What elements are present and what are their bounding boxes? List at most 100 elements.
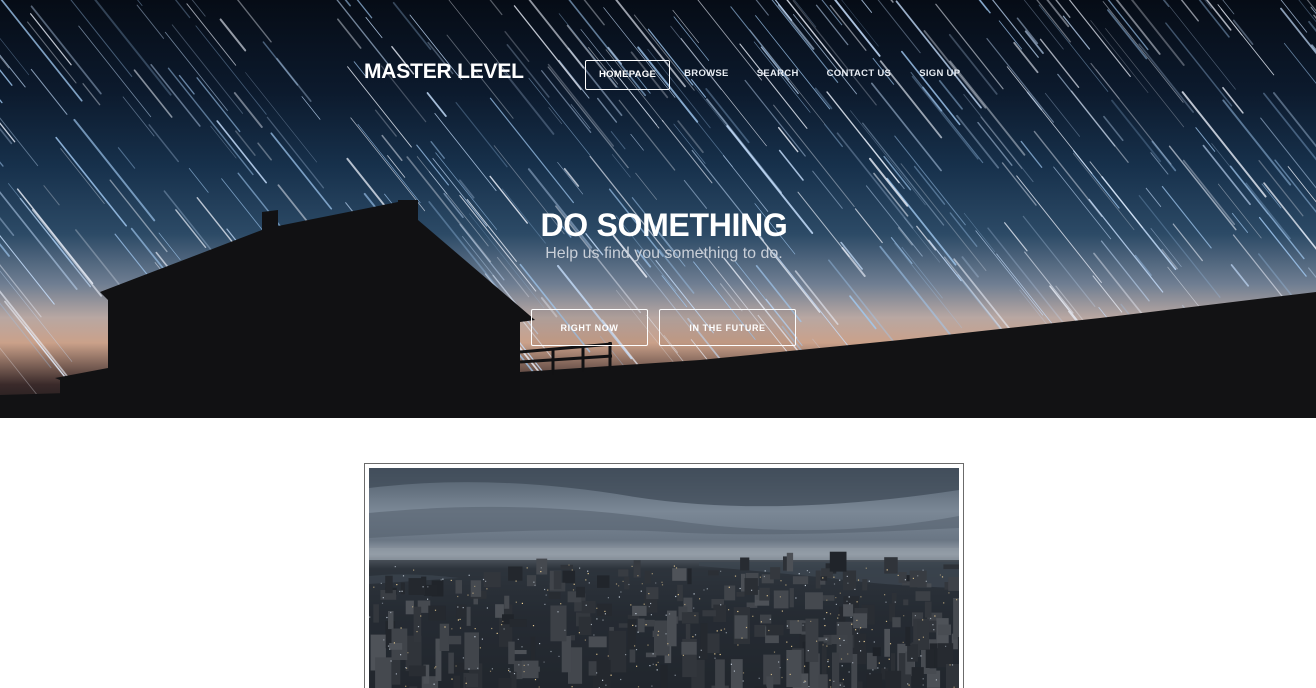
city-light xyxy=(807,650,809,652)
building xyxy=(821,595,835,601)
city-light xyxy=(405,685,407,687)
city-light xyxy=(585,604,587,606)
city-light xyxy=(786,641,788,643)
city-light xyxy=(650,602,652,605)
building xyxy=(483,572,501,588)
city-light xyxy=(827,661,829,663)
city-light xyxy=(571,569,573,571)
brand-logo[interactable]: MASTER LEVEL xyxy=(364,60,524,84)
city-light xyxy=(407,652,409,654)
city-light xyxy=(779,667,781,669)
city-light xyxy=(804,680,806,682)
building xyxy=(946,664,959,688)
building xyxy=(645,652,657,658)
city-light xyxy=(759,576,761,578)
city-light xyxy=(401,590,403,592)
building xyxy=(455,580,462,594)
city-light xyxy=(917,575,919,577)
city-light xyxy=(635,625,637,627)
city-light xyxy=(826,612,828,614)
city-light xyxy=(826,645,828,647)
city-light xyxy=(694,615,696,617)
building xyxy=(892,617,901,628)
city-light xyxy=(604,613,606,615)
city-light xyxy=(737,610,739,613)
city-light xyxy=(922,569,924,571)
city-light xyxy=(860,650,862,652)
city-light xyxy=(956,599,958,601)
city-light xyxy=(413,569,415,571)
city-light xyxy=(648,593,650,595)
city-light xyxy=(486,607,488,609)
city-light xyxy=(540,571,542,573)
in-the-future-button[interactable]: IN THE FUTURE xyxy=(659,309,796,346)
building xyxy=(820,576,828,581)
building xyxy=(581,600,596,614)
city-skyline-image xyxy=(369,468,959,688)
city-light xyxy=(657,634,659,636)
city-light xyxy=(720,570,722,572)
city-light xyxy=(604,610,606,612)
featured-photo-card[interactable] xyxy=(364,463,964,688)
city-light xyxy=(791,645,793,647)
city-light xyxy=(698,656,701,658)
city-light xyxy=(381,602,384,604)
main-nav: HOMEPAGE BROWSE SEARCH CONTACT US SIGN U… xyxy=(585,60,974,90)
city-light xyxy=(420,615,422,617)
city-light xyxy=(885,601,887,603)
city-light xyxy=(637,631,639,633)
city-light xyxy=(741,637,743,639)
city-light xyxy=(578,632,580,634)
city-light xyxy=(884,667,886,669)
city-light xyxy=(911,657,913,659)
city-light xyxy=(833,576,835,578)
city-light xyxy=(745,626,748,629)
nav-contact-us[interactable]: CONTACT US xyxy=(813,60,906,90)
city-light xyxy=(457,606,459,608)
city-light xyxy=(840,658,843,660)
city-light xyxy=(835,597,837,599)
building xyxy=(744,578,758,595)
city-light xyxy=(515,601,517,603)
city-light xyxy=(848,596,850,598)
city-light xyxy=(652,653,654,655)
city-light xyxy=(730,663,732,665)
building xyxy=(925,649,935,668)
city-light xyxy=(515,580,517,582)
city-light xyxy=(572,589,575,591)
city-light xyxy=(618,596,620,598)
city-light xyxy=(543,661,545,663)
nav-browse[interactable]: BROWSE xyxy=(670,60,743,90)
city-light xyxy=(538,686,540,688)
city-light xyxy=(863,640,865,643)
building xyxy=(832,652,840,688)
city-light xyxy=(930,617,932,620)
city-light xyxy=(630,604,632,606)
building xyxy=(637,618,645,633)
city-light xyxy=(518,664,520,666)
city-light xyxy=(839,638,841,640)
city-light xyxy=(479,647,481,649)
city-light xyxy=(440,579,442,581)
city-light xyxy=(720,604,722,606)
city-light xyxy=(734,575,737,577)
city-light xyxy=(509,671,511,673)
nav-sign-up[interactable]: SIGN UP xyxy=(905,60,974,90)
city-light xyxy=(886,569,888,571)
city-light xyxy=(587,573,589,575)
building xyxy=(773,590,789,609)
right-now-button[interactable]: RIGHT NOW xyxy=(531,309,648,346)
building xyxy=(905,626,911,646)
city-light xyxy=(677,594,679,596)
building xyxy=(508,566,523,581)
building xyxy=(660,664,668,688)
city-light xyxy=(648,606,650,608)
city-light xyxy=(637,575,639,577)
nav-search[interactable]: SEARCH xyxy=(743,60,813,90)
city-light xyxy=(852,662,854,664)
nav-homepage[interactable]: HOMEPAGE xyxy=(585,60,671,90)
city-light xyxy=(380,582,382,584)
city-light xyxy=(720,629,722,631)
city-light xyxy=(706,588,708,590)
building xyxy=(400,582,405,595)
